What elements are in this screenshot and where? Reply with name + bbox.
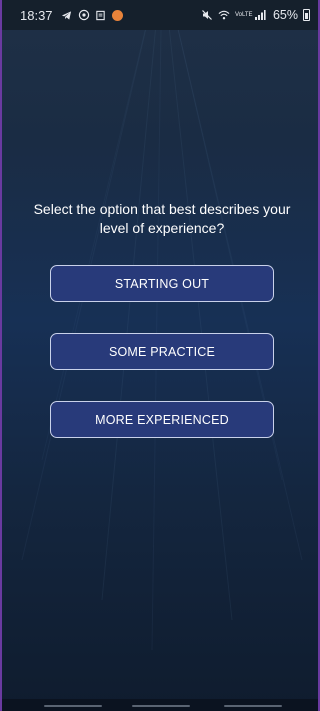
mute-icon [201, 9, 213, 21]
whatsapp-icon [78, 9, 90, 21]
option-more-experienced-button[interactable]: MORE EXPERIENCED [50, 401, 274, 438]
app-badge-icon [111, 9, 123, 21]
nav-recents-indicator[interactable] [44, 705, 102, 707]
experience-question: Select the option that best describes yo… [33, 201, 291, 236]
wifi-icon [218, 9, 230, 21]
option-some-practice-button[interactable]: SOME PRACTICE [50, 333, 274, 370]
battery-icon [303, 9, 310, 21]
system-navigation-bar [2, 699, 318, 711]
app-screen: 18:37 VoLTE 65% Select the option that b… [0, 0, 320, 711]
battery-percentage: 65% [272, 8, 298, 22]
document-icon [95, 9, 107, 21]
nav-back-indicator[interactable] [224, 705, 282, 707]
status-bar-left: 18:37 [20, 8, 123, 23]
option-starting-out-button[interactable]: STARTING OUT [50, 265, 274, 302]
status-bar-right: VoLTE 65% [201, 8, 310, 22]
nav-home-indicator[interactable] [132, 705, 190, 707]
network-type-label: VoLTE [234, 12, 253, 18]
status-time: 18:37 [20, 7, 53, 23]
telegram-icon [61, 9, 73, 21]
status-bar: 18:37 VoLTE 65% [2, 0, 318, 30]
signal-icon [254, 9, 266, 21]
